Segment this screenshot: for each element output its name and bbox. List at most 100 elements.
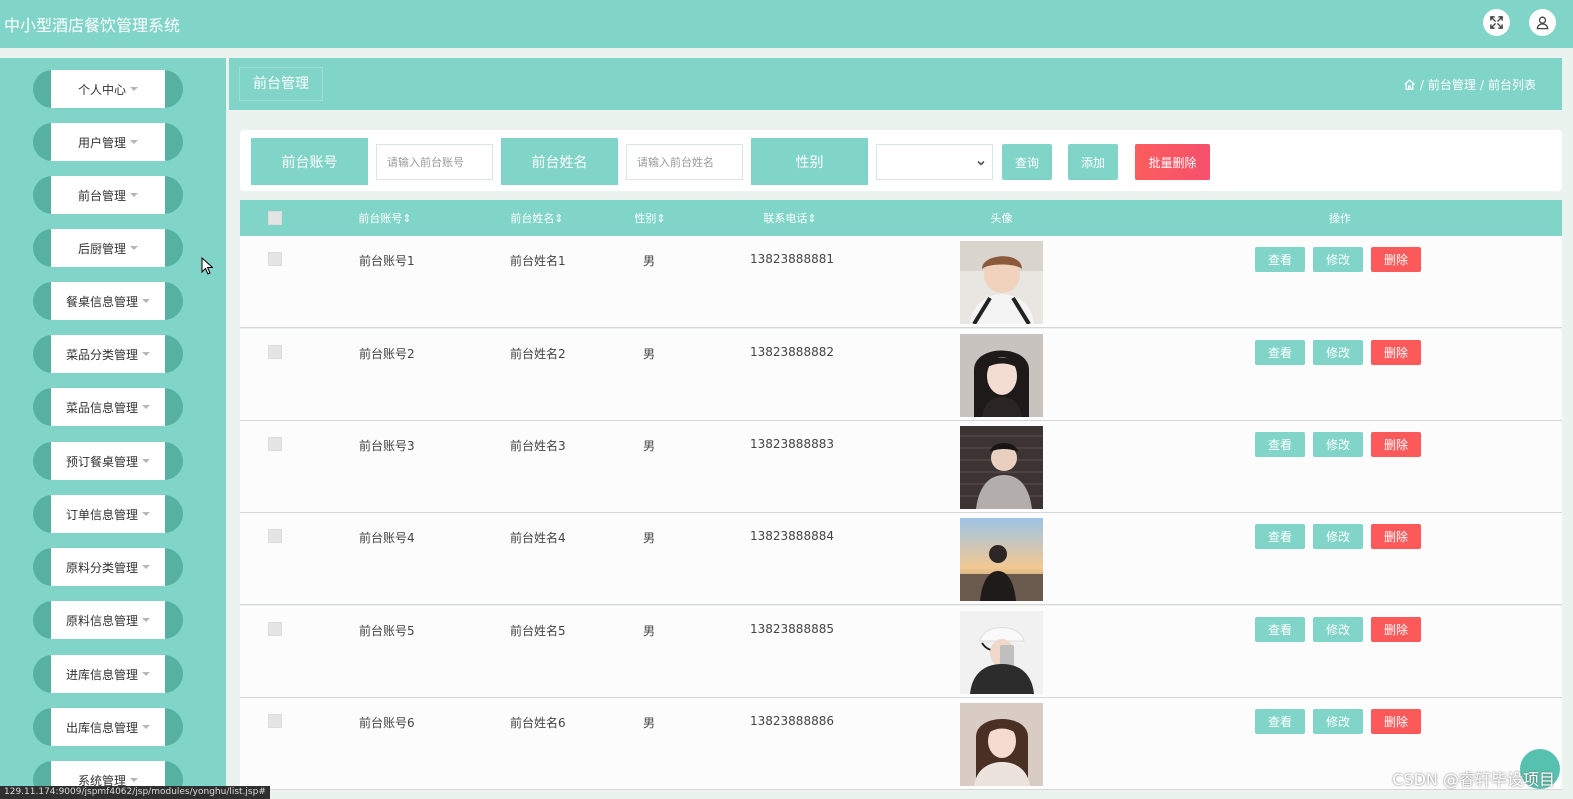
row-checkbox[interactable] bbox=[268, 345, 282, 359]
sidebar: 个人中心 用户管理 前台管理 后厨管理 餐桌信息管理 菜品分类管理 菜品信息管理… bbox=[0, 58, 226, 799]
batch-delete-button[interactable]: 批量删除 bbox=[1135, 144, 1210, 180]
column-header-phone[interactable]: 联系电话 ⇕ bbox=[730, 200, 850, 236]
avatar[interactable] bbox=[960, 241, 1043, 324]
caret-down-icon bbox=[142, 352, 150, 356]
edit-button[interactable]: 修改 bbox=[1313, 709, 1363, 734]
sidebar-item-label: 原料信息管理 bbox=[65, 613, 138, 628]
cell-phone: 13823888885 bbox=[750, 622, 834, 636]
edit-button[interactable]: 修改 bbox=[1313, 247, 1363, 272]
column-header-account[interactable]: 前台账号 ⇕ bbox=[330, 200, 440, 236]
sidebar-item-user-management[interactable]: 用户管理 bbox=[33, 123, 183, 161]
sidebar-item-dish-category[interactable]: 菜品分类管理 bbox=[33, 335, 183, 373]
edit-button[interactable]: 修改 bbox=[1313, 524, 1363, 549]
status-bar-url: 129.11.174:9009/jspmf4062/jsp/modules/yo… bbox=[0, 786, 270, 799]
delete-button[interactable]: 删除 bbox=[1371, 524, 1421, 549]
sidebar-item-label: 订单信息管理 bbox=[65, 507, 138, 522]
account-label: 前台账号 bbox=[251, 138, 368, 185]
sidebar-item-kitchen-management[interactable]: 后厨管理 bbox=[33, 229, 183, 267]
gender-select[interactable] bbox=[876, 144, 993, 180]
cell-phone: 13823888883 bbox=[750, 437, 834, 451]
avatar[interactable] bbox=[960, 703, 1043, 786]
app-title: 中小型酒店餐饮管理系统 bbox=[4, 16, 181, 35]
delete-button[interactable]: 删除 bbox=[1371, 617, 1421, 642]
sidebar-item-stock-in[interactable]: 进库信息管理 bbox=[33, 655, 183, 693]
sidebar-item-table-info[interactable]: 餐桌信息管理 bbox=[33, 282, 183, 320]
delete-button[interactable]: 删除 bbox=[1371, 709, 1421, 734]
column-header-avatar: 头像 bbox=[990, 212, 1013, 225]
row-checkbox[interactable] bbox=[268, 529, 282, 543]
sidebar-item-label: 出库信息管理 bbox=[65, 720, 138, 735]
sidebar-item-label: 菜品信息管理 bbox=[65, 400, 138, 415]
sidebar-item-label: 进库信息管理 bbox=[65, 667, 138, 682]
search-panel: 前台账号 前台姓名 性别 查询 添加 批量删除 bbox=[240, 130, 1562, 191]
column-header-gender[interactable]: 性别 ⇕ bbox=[610, 200, 690, 236]
row-checkbox[interactable] bbox=[268, 622, 282, 636]
cell-account: 前台账号1 bbox=[359, 254, 415, 268]
home-icon[interactable] bbox=[1403, 78, 1416, 91]
cell-account: 前台账号5 bbox=[359, 624, 415, 638]
cell-account: 前台账号3 bbox=[359, 439, 415, 453]
edit-button[interactable]: 修改 bbox=[1313, 432, 1363, 457]
edit-button[interactable]: 修改 bbox=[1313, 340, 1363, 365]
view-button[interactable]: 查看 bbox=[1255, 709, 1305, 734]
watermark: CSDN @睿轩毕设项目 bbox=[1392, 770, 1555, 789]
caret-down-icon bbox=[130, 193, 138, 197]
column-header-name[interactable]: 前台姓名 ⇕ bbox=[482, 200, 592, 236]
account-search-input[interactable] bbox=[376, 144, 493, 180]
row-checkbox[interactable] bbox=[268, 714, 282, 728]
sidebar-item-material-info[interactable]: 原料信息管理 bbox=[33, 601, 183, 639]
row-checkbox[interactable] bbox=[268, 252, 282, 266]
select-all-checkbox[interactable] bbox=[268, 211, 282, 225]
add-button[interactable]: 添加 bbox=[1068, 144, 1118, 180]
view-button[interactable]: 查看 bbox=[1255, 247, 1305, 272]
sidebar-item-label: 用户管理 bbox=[77, 135, 126, 150]
view-button[interactable]: 查看 bbox=[1255, 617, 1305, 642]
chevron-down-icon bbox=[977, 160, 985, 166]
avatar[interactable] bbox=[960, 334, 1043, 417]
table-row: 前台账号4 前台姓名4 男 13823888884 查看 修改 删除 bbox=[240, 513, 1562, 605]
edit-button[interactable]: 修改 bbox=[1313, 617, 1363, 642]
cell-gender: 男 bbox=[643, 624, 656, 638]
sidebar-item-order-info[interactable]: 订单信息管理 bbox=[33, 495, 183, 533]
sort-icon: ⇕ bbox=[656, 211, 666, 225]
cell-phone: 13823888886 bbox=[750, 714, 834, 728]
sidebar-item-stock-out[interactable]: 出库信息管理 bbox=[33, 708, 183, 746]
table-header: 前台账号 ⇕ 前台姓名 ⇕ 性别 ⇕ 联系电话 ⇕ 头像 操作 bbox=[240, 200, 1562, 236]
row-checkbox[interactable] bbox=[268, 437, 282, 451]
name-label: 前台姓名 bbox=[501, 138, 618, 185]
view-button[interactable]: 查看 bbox=[1255, 340, 1305, 365]
view-button[interactable]: 查看 bbox=[1255, 524, 1305, 549]
page-tab[interactable]: 前台管理 bbox=[239, 67, 323, 101]
breadcrumb-separator: / bbox=[1479, 77, 1484, 92]
delete-button[interactable]: 删除 bbox=[1371, 432, 1421, 457]
cell-phone: 13823888881 bbox=[750, 252, 834, 266]
sidebar-item-personal-center[interactable]: 个人中心 bbox=[33, 70, 183, 108]
caret-down-icon bbox=[142, 512, 150, 516]
sidebar-item-label: 预订餐桌管理 bbox=[65, 454, 138, 469]
cell-gender: 男 bbox=[643, 531, 656, 545]
breadcrumb-level2: 前台列表 bbox=[1487, 78, 1536, 92]
table-row: 前台账号6 前台姓名6 男 13823888886 查看 修改 删除 bbox=[240, 698, 1562, 790]
caret-down-icon bbox=[130, 246, 138, 250]
delete-button[interactable]: 删除 bbox=[1371, 340, 1421, 365]
caret-down-icon bbox=[142, 725, 150, 729]
sidebar-item-table-reservation[interactable]: 预订餐桌管理 bbox=[33, 442, 183, 480]
delete-button[interactable]: 删除 bbox=[1371, 247, 1421, 272]
cell-phone: 13823888884 bbox=[750, 529, 834, 543]
sidebar-item-frontdesk-management[interactable]: 前台管理 bbox=[33, 176, 183, 214]
fullscreen-icon[interactable] bbox=[1483, 9, 1510, 36]
top-bar: 中小型酒店餐饮管理系统 bbox=[0, 0, 1573, 48]
sidebar-item-label: 原料分类管理 bbox=[65, 560, 138, 575]
sidebar-item-material-category[interactable]: 原料分类管理 bbox=[33, 548, 183, 586]
query-button[interactable]: 查询 bbox=[1002, 144, 1052, 180]
sort-icon: ⇕ bbox=[402, 211, 412, 225]
sidebar-item-dish-info[interactable]: 菜品信息管理 bbox=[33, 388, 183, 426]
breadcrumb-level1[interactable]: 前台管理 bbox=[1428, 76, 1476, 93]
view-button[interactable]: 查看 bbox=[1255, 432, 1305, 457]
user-icon[interactable] bbox=[1529, 9, 1556, 36]
avatar[interactable] bbox=[960, 426, 1043, 509]
name-search-input[interactable] bbox=[626, 144, 743, 180]
avatar[interactable] bbox=[960, 518, 1043, 601]
caret-down-icon bbox=[142, 299, 150, 303]
avatar[interactable] bbox=[960, 611, 1043, 694]
